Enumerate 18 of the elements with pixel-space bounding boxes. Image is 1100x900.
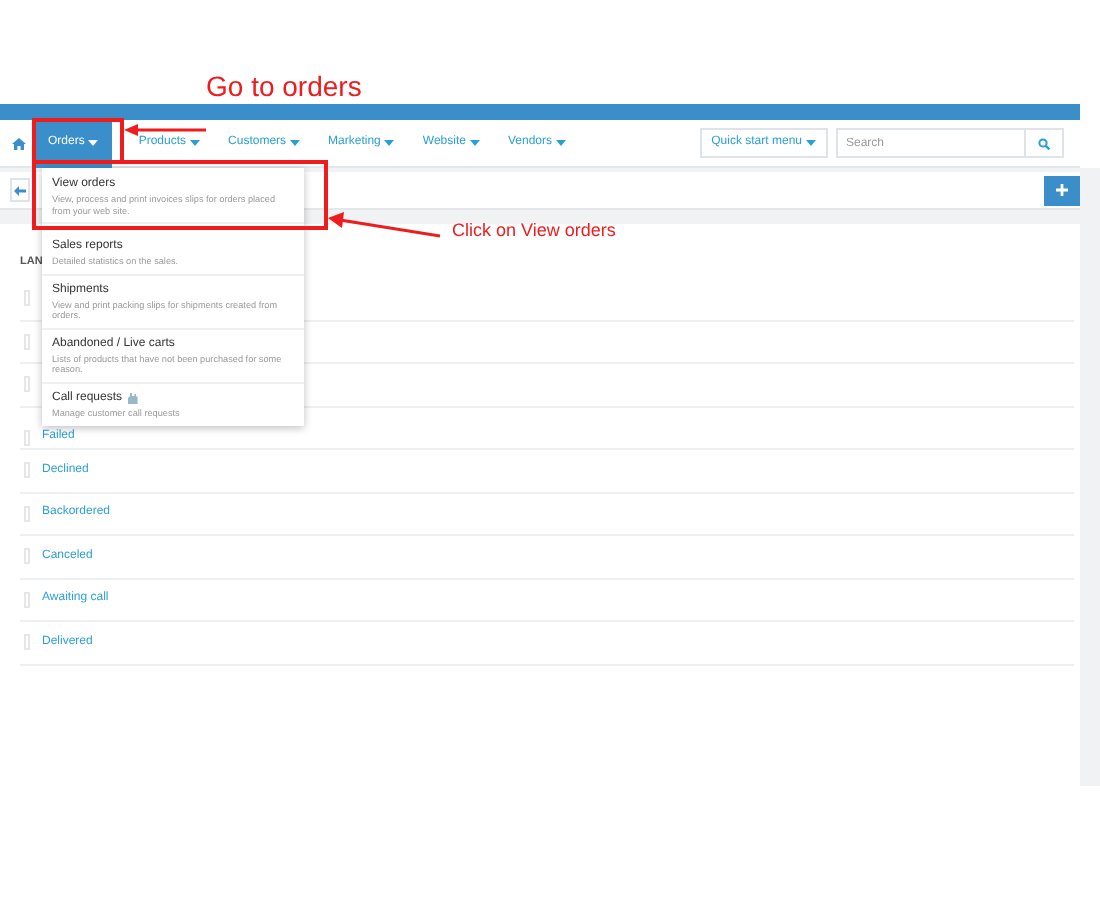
arrow xyxy=(124,124,206,136)
caret-icon xyxy=(556,140,566,146)
caret-icon xyxy=(806,140,816,146)
caret-icon xyxy=(88,140,99,146)
caret-icon xyxy=(469,140,480,146)
annotation-text: Click on View orders xyxy=(452,220,616,242)
arrow xyxy=(328,212,440,240)
add-button[interactable] xyxy=(1044,175,1080,205)
search-button[interactable] xyxy=(1026,128,1064,158)
caret-icon xyxy=(384,140,395,146)
back-button[interactable] xyxy=(10,178,30,202)
annotation-text: Go to orders xyxy=(206,70,362,102)
home-icon[interactable] xyxy=(12,137,26,149)
caret-icon xyxy=(290,140,301,146)
plus-icon xyxy=(1056,184,1068,196)
caret-icon xyxy=(190,140,201,146)
search-icon xyxy=(1038,137,1050,149)
arrow-left-icon xyxy=(14,185,26,195)
